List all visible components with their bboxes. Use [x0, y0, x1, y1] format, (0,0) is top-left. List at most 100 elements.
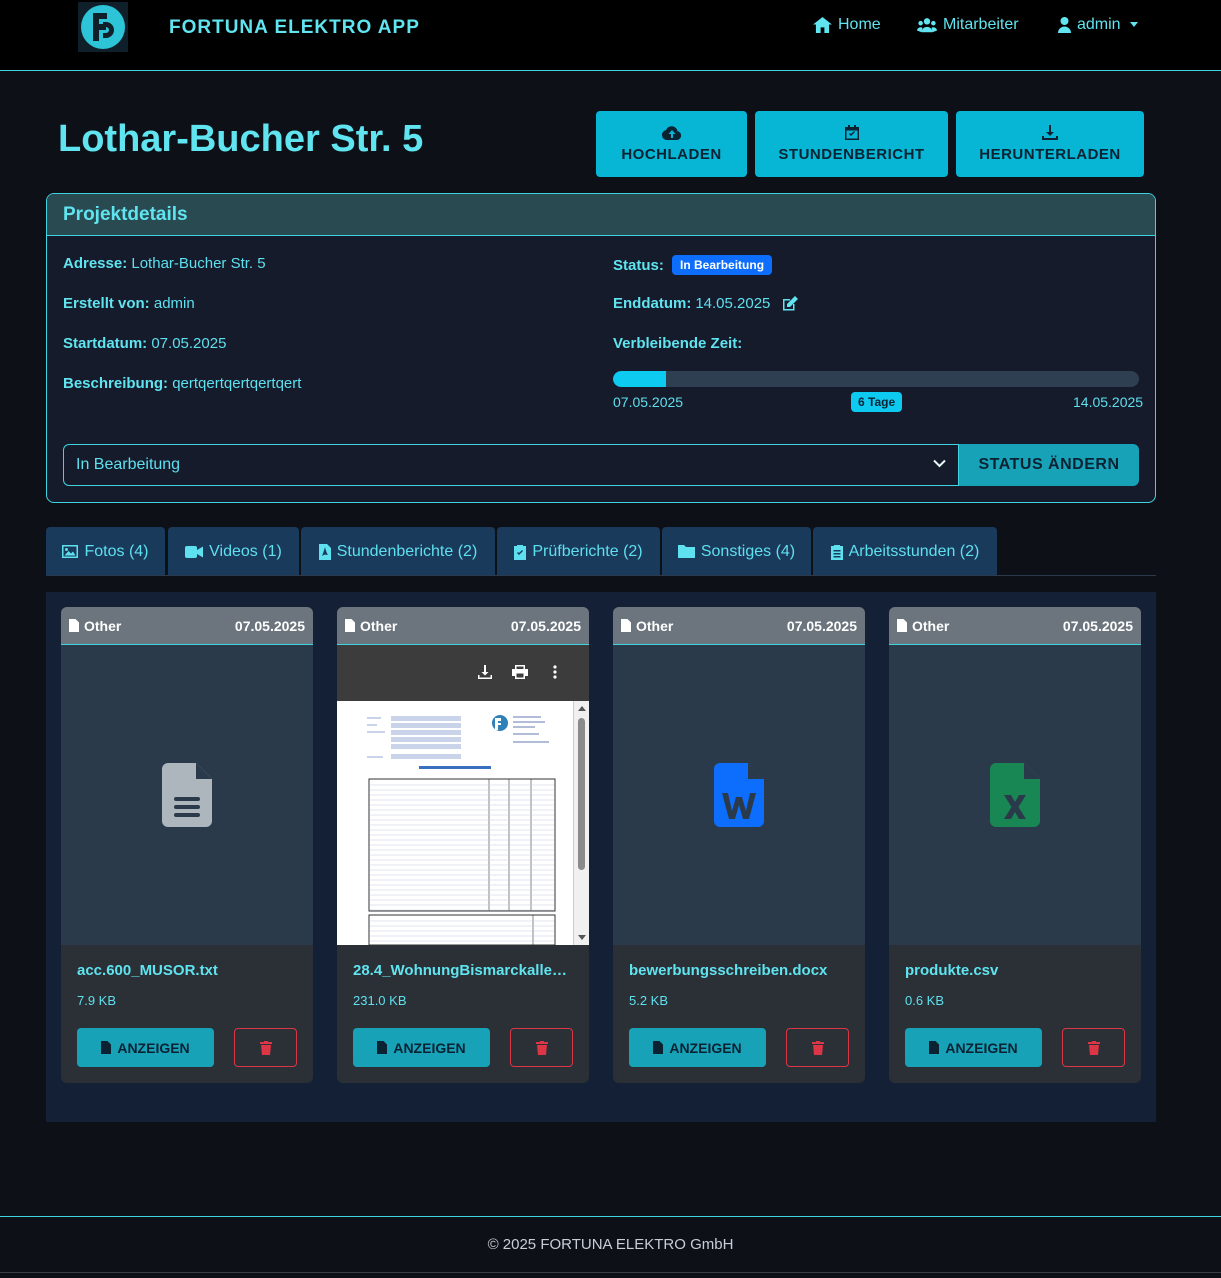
pdf-scrollbar[interactable] — [573, 701, 589, 945]
download-button[interactable]: HERUNTERLADEN — [956, 111, 1144, 177]
text-file-icon — [162, 763, 212, 827]
view-button-label: ANZEIGEN — [945, 1039, 1018, 1056]
description-label: Beschreibung: — [63, 375, 169, 392]
start-date-row: Startdatum: 07.05.2025 — [63, 335, 226, 352]
project-details-card: Projektdetails Adresse: Lothar-Bucher St… — [46, 193, 1156, 503]
folder-icon — [677, 545, 695, 558]
brand-name[interactable]: FORTUNA ELEKTRO APP — [169, 17, 420, 39]
nav-home-label: Home — [838, 16, 881, 33]
status-badge: In Bearbeitung — [672, 255, 773, 275]
chevron-down-icon — [933, 459, 946, 468]
pdf-scrollbar-graphic — [578, 706, 586, 940]
excel-file-icon — [990, 763, 1040, 827]
file-card-header: Other 07.05.2025 — [889, 607, 1141, 645]
file-date: 07.05.2025 — [234, 617, 305, 634]
description-value: qertqertqertqertqert — [172, 375, 302, 392]
file-preview[interactable] — [889, 645, 1141, 945]
user-menu-label: admin — [1077, 16, 1121, 33]
pdf-preview[interactable] — [337, 645, 589, 945]
trash-icon — [259, 1040, 272, 1055]
tab-fotos[interactable]: Fotos (4) — [46, 527, 165, 576]
view-button[interactable]: ANZEIGEN — [905, 1028, 1042, 1067]
progress-end-date: 14.05.2025 — [1073, 394, 1144, 410]
view-button-label: ANZEIGEN — [669, 1039, 742, 1056]
remaining-progress-bar — [613, 371, 1139, 387]
tab-videos[interactable]: Videos (1) — [168, 527, 299, 576]
nav-staff[interactable]: Mitarbeiter — [917, 16, 1019, 34]
view-button[interactable]: ANZEIGEN — [353, 1028, 490, 1067]
tab-pruefberichte[interactable]: Prüfberichte (2) — [497, 527, 660, 576]
change-status-button[interactable]: STATUS ÄNDERN — [959, 444, 1139, 486]
tab-videos-label: Videos (1) — [209, 542, 282, 560]
tab-sonstiges[interactable]: Sonstiges (4) — [662, 527, 811, 576]
status-row: Status: In Bearbeitung — [613, 255, 773, 275]
pdf-download-icon[interactable] — [478, 665, 492, 679]
edit-icon[interactable] — [782, 296, 799, 311]
brand-logo[interactable] — [78, 2, 128, 52]
file-card-header: Other 07.05.2025 — [61, 607, 313, 645]
status-select-value: In Bearbeitung — [76, 456, 181, 473]
hours-report-button[interactable]: STUNDENBERICHT — [755, 111, 948, 177]
file-card-header: Other 07.05.2025 — [337, 607, 589, 645]
address-value: Lothar-Bucher Str. 5 — [131, 255, 266, 272]
delete-button[interactable] — [510, 1028, 573, 1067]
hours-report-button-label: STUNDENBERICHT — [778, 146, 925, 163]
pdf-more-icon[interactable] — [553, 665, 557, 679]
file-name: acc.600_MUSOR.txt — [77, 962, 218, 979]
file-name: 28.4_WohnungBismarckallee.pdf — [353, 962, 575, 979]
end-date-value: 14.05.2025 — [695, 295, 771, 312]
delete-button[interactable] — [234, 1028, 297, 1067]
file-date: 07.05.2025 — [510, 617, 581, 634]
view-button[interactable]: ANZEIGEN — [77, 1028, 214, 1067]
tab-fotos-label: Fotos (4) — [84, 542, 149, 560]
nav-home[interactable]: Home — [813, 16, 881, 34]
tab-sonstiges-label: Sonstiges (4) — [700, 542, 796, 560]
days-left-badge: 6 Tage — [851, 392, 903, 412]
trash-icon — [535, 1040, 548, 1055]
upload-button-label: HOCHLADEN — [621, 145, 722, 163]
trash-icon — [1087, 1040, 1100, 1055]
file-date: 07.05.2025 — [786, 617, 857, 634]
pdf-toolbar — [337, 645, 589, 701]
file-card-header: Other 07.05.2025 — [613, 607, 865, 645]
tab-arbeitsstunden[interactable]: Arbeitsstunden (2) — [813, 527, 997, 576]
status-label: Status: — [613, 257, 664, 274]
logo-icon — [81, 5, 125, 49]
file-size: 0.6 KB — [905, 993, 945, 1008]
delete-button[interactable] — [786, 1028, 849, 1067]
file-name: bewerbungsschreiben.docx — [629, 962, 828, 979]
progress-start-date: 07.05.2025 — [613, 394, 684, 410]
delete-button[interactable] — [1062, 1028, 1125, 1067]
file-card: Other 07.05.2025 acc.600_MUSOR.txt 7.9 K… — [61, 607, 313, 1083]
start-date-value: 07.05.2025 — [151, 335, 227, 352]
view-button[interactable]: ANZEIGEN — [629, 1028, 766, 1067]
end-date-label: Enddatum: — [613, 295, 692, 312]
description-row: Beschreibung: qertqertqertqertqert — [63, 375, 301, 392]
file-type: Other — [636, 617, 674, 634]
file-name: produkte.csv — [905, 962, 999, 979]
end-date-row: Enddatum: 14.05.2025 — [613, 295, 799, 312]
status-select[interactable]: In Bearbeitung — [63, 444, 959, 486]
upload-button[interactable]: HOCHLADEN — [596, 111, 747, 177]
file-type: Other — [360, 617, 398, 634]
pdf-print-icon[interactable] — [512, 665, 528, 679]
file-icon — [377, 1041, 388, 1054]
user-menu-toggle[interactable]: admin — [1058, 16, 1139, 34]
user-icon — [1058, 17, 1071, 33]
page-title: Lothar-Bucher Str. 5 — [58, 118, 424, 160]
download-icon — [1042, 125, 1058, 140]
file-icon — [621, 619, 631, 632]
created-by-row: Erstellt von: admin — [63, 295, 195, 312]
pdf-file-icon — [318, 543, 331, 560]
file-size: 5.2 KB — [629, 993, 669, 1008]
image-icon — [62, 545, 79, 558]
file-card: Other 07.05.2025 bewerbungsschreiben.doc… — [613, 607, 865, 1083]
file-preview[interactable] — [613, 645, 865, 945]
tab-pruefberichte-label: Prüfberichte (2) — [532, 542, 643, 560]
remaining-row: Verbleibende Zeit: — [613, 335, 742, 352]
file-icon — [653, 1041, 664, 1054]
file-card: Other 07.05.2025 produkte.csv 0.6 KB ANZ… — [889, 607, 1141, 1083]
address-label: Adresse: — [63, 255, 128, 272]
file-preview[interactable] — [61, 645, 313, 945]
tab-stundenberichte[interactable]: Stundenberichte (2) — [301, 527, 495, 576]
